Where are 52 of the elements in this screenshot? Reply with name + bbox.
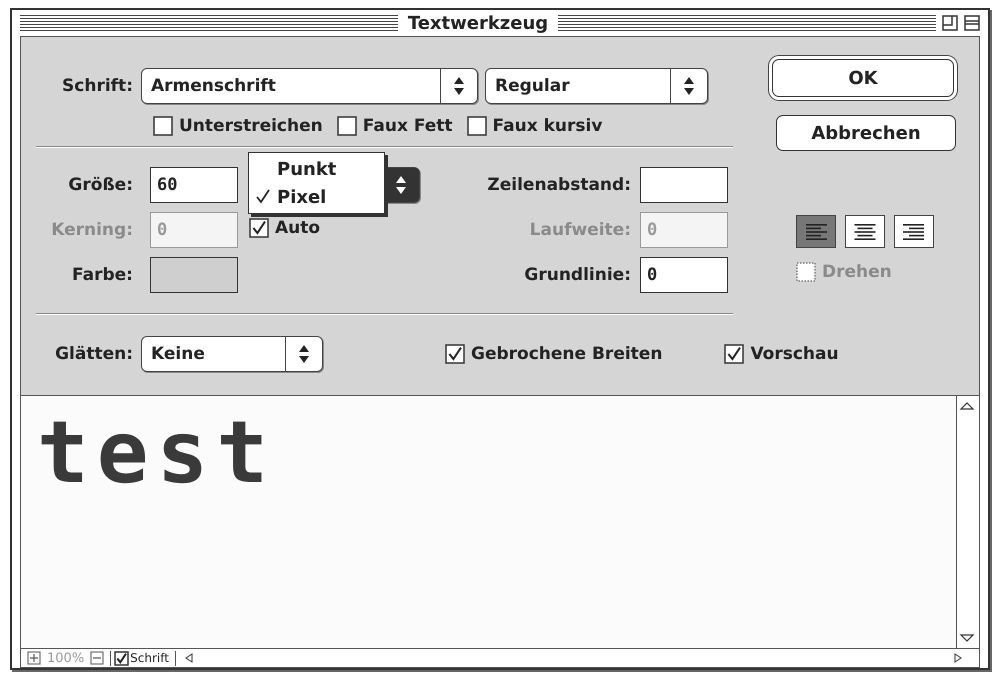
field-label: Grundlinie: [523, 265, 631, 285]
updown-arrow-icon [683, 76, 695, 96]
color-swatch[interactable] [150, 257, 238, 293]
checkbox[interactable] [249, 218, 269, 238]
menu-item[interactable]: Pixel [249, 183, 384, 211]
input-field[interactable] [640, 167, 728, 203]
menu-item[interactable]: Punkt [249, 155, 384, 183]
zoom-in-icon[interactable] [27, 651, 41, 665]
checkmark-icon [255, 188, 271, 204]
input-field[interactable]: 60 [150, 167, 238, 203]
align-left-icon [804, 222, 828, 240]
checkbox-label: Schrift [130, 651, 169, 665]
zoom-box-icon[interactable] [942, 15, 958, 31]
zoom-out-icon[interactable] [90, 651, 104, 665]
checkbox[interactable] [724, 344, 744, 364]
updown-arrow-icon [453, 76, 465, 96]
field-label: Glätten: [54, 344, 134, 364]
field-label: Kerning: [50, 220, 134, 240]
style-dropdown[interactable]: Regular [485, 68, 708, 104]
input-field[interactable]: 0 [640, 257, 728, 293]
align-center-icon [853, 222, 877, 240]
field-label: Größe: [67, 175, 134, 195]
field-label: Zeilenabstand: [486, 175, 631, 195]
cancel-button[interactable]: Abbrechen [776, 115, 956, 151]
updown-arrow-icon [298, 344, 310, 364]
align-right-icon [902, 222, 926, 240]
window-title: Textwerkzeug [406, 12, 550, 34]
vertical-scrollbar[interactable] [956, 396, 979, 648]
checkbox-label: Unterstreichen [179, 116, 323, 136]
checkbox[interactable] [445, 344, 465, 364]
checkbox-label: Faux Fett [362, 116, 453, 136]
align-right-button[interactable] [894, 215, 934, 248]
checkbox[interactable] [466, 116, 487, 136]
checkbox-label: Drehen [822, 262, 892, 282]
checkbox[interactable] [153, 116, 173, 136]
align-left-button[interactable] [796, 215, 836, 248]
smoothing-dropdown[interactable]: Keine [141, 336, 323, 372]
align-center-button[interactable] [845, 215, 885, 248]
checkbox-label: Vorschau [750, 344, 839, 364]
font-dropdown[interactable]: Armenschrift [141, 68, 478, 104]
updown-arrow-icon [395, 175, 407, 195]
collapse-box-icon[interactable] [964, 15, 980, 31]
checkbox[interactable] [336, 116, 357, 136]
checkbox-label: Faux kursiv [492, 116, 602, 136]
field-label: Farbe: [71, 265, 134, 285]
checkbox-label: Gebrochene Breiten [471, 344, 662, 364]
preview-text: test [36, 410, 278, 496]
field-label: Schrift: [61, 76, 134, 96]
zoom-level: 100% [47, 650, 84, 666]
field-label: Laufweite: [528, 220, 631, 240]
checkbox[interactable] [114, 650, 130, 666]
checkbox-label: Auto [275, 218, 320, 238]
